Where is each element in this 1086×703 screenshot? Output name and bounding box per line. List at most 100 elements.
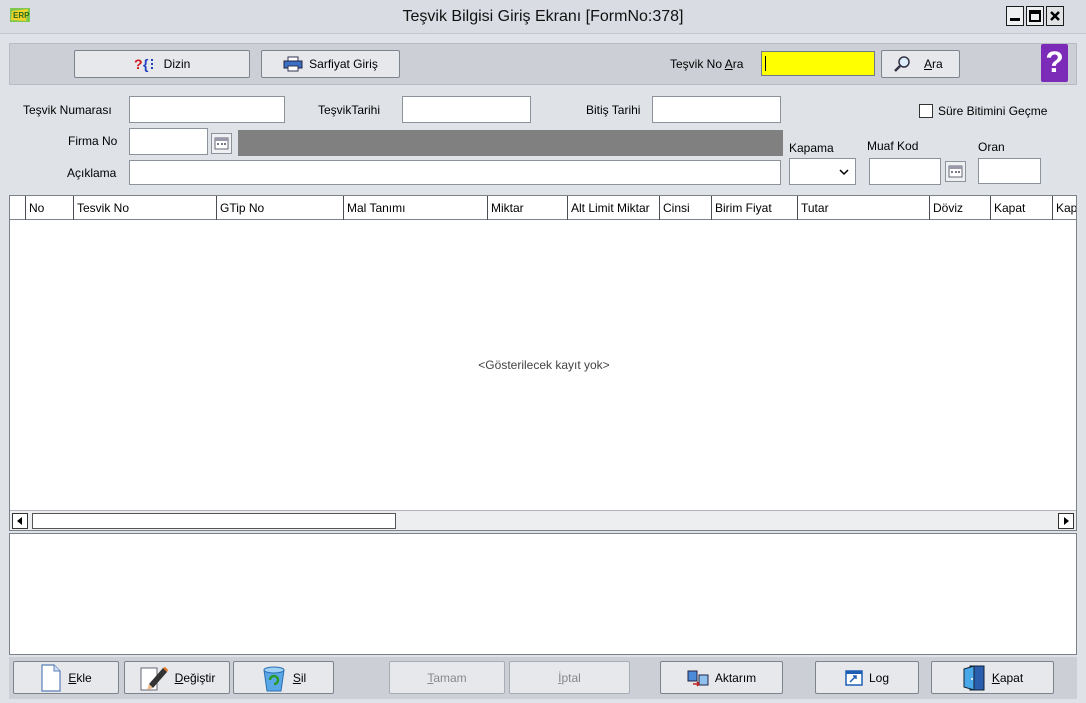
- maximize-button[interactable]: [1026, 6, 1044, 26]
- degistir-label: Değiştir: [175, 671, 216, 685]
- chevron-down-icon: [839, 169, 849, 176]
- minimize-button[interactable]: [1006, 6, 1024, 26]
- new-document-icon: [41, 663, 61, 692]
- tesvik-numarasi-input[interactable]: [129, 96, 285, 123]
- horizontal-scrollbar[interactable]: [10, 510, 1076, 530]
- tesvik-no-ara-label: Teşvik No Ara: [670, 57, 743, 71]
- recycle-bin-icon: [263, 666, 285, 691]
- title-bar: ERP Teşvik Bilgisi Giriş Ekranı [FormNo:…: [0, 0, 1086, 34]
- ekle-label: Ekle: [68, 671, 91, 685]
- grid-header: No Tesvik No GTip No Mal Tanımı Miktar A…: [10, 196, 1076, 220]
- column-header[interactable]: Cinsi: [659, 196, 711, 220]
- aktarim-button[interactable]: Aktarım: [660, 661, 783, 694]
- tamam-label: Tamam: [427, 671, 466, 685]
- svg-text:{: {: [143, 56, 149, 72]
- log-button[interactable]: Log: [815, 661, 919, 694]
- tesvik-tarihi-label: TeşvikTarihi: [318, 103, 381, 117]
- column-header[interactable]: Tutar: [797, 196, 929, 220]
- sure-bitimini-gecme-checkbox[interactable]: [919, 104, 933, 118]
- tesvik-numarasi-label: Teşvik Numarası: [23, 103, 112, 117]
- bitis-tarihi-input[interactable]: [652, 96, 781, 123]
- column-header[interactable]: Mal Tanımı: [343, 196, 487, 220]
- iptal-button[interactable]: İptal: [509, 661, 630, 694]
- index-icon: ? {: [134, 56, 153, 72]
- column-header[interactable]: Tesvik No: [73, 196, 216, 220]
- column-header[interactable]: Kap: [1052, 196, 1076, 220]
- help-button[interactable]: ?: [1041, 44, 1068, 82]
- arrow-right-icon: [1064, 517, 1069, 525]
- ara-label: Ara: [924, 57, 943, 71]
- firma-no-label: Firma No: [68, 134, 118, 148]
- transfer-icon: [687, 670, 709, 687]
- close-icon: [1050, 11, 1060, 21]
- column-header[interactable]: Miktar: [487, 196, 567, 220]
- dizin-label: Dizin: [163, 57, 191, 71]
- kapama-label: Kapama: [789, 141, 834, 155]
- tesvik-tarihi-input[interactable]: [402, 96, 531, 123]
- help-icon: ?: [1045, 46, 1064, 79]
- search-label-accel: A: [724, 57, 733, 71]
- oran-input[interactable]: [978, 158, 1041, 184]
- muaf-kod-label: Muaf Kod: [867, 139, 919, 153]
- firma-lookup-button[interactable]: [211, 133, 232, 154]
- column-header[interactable]: Kapat: [990, 196, 1052, 220]
- kapat-rest: apat: [999, 670, 1024, 685]
- search-label-prefix: Teşvik No: [670, 57, 725, 71]
- dizin-button[interactable]: ? { Dizin: [74, 50, 250, 78]
- window-title: Teşvik Bilgisi Giriş Ekranı [FormNo:378]: [402, 8, 684, 25]
- calendar-icon: [948, 165, 963, 178]
- tamam-rest: amam: [433, 670, 467, 685]
- column-header[interactable]: Birim Fiyat: [711, 196, 797, 220]
- detail-panel: [9, 533, 1077, 655]
- pencil-edit-icon: [140, 666, 168, 690]
- firma-no-input[interactable]: [129, 128, 208, 155]
- bottom-toolbar: Ekle Değiştir Sil Tamam İptal Aktarım Lo…: [9, 657, 1077, 699]
- degistir-button[interactable]: Değiştir: [124, 661, 230, 694]
- aktarim-label: Aktarım: [714, 670, 757, 685]
- sarfiyat-giris-button[interactable]: Sarfiyat Giriş: [261, 50, 400, 78]
- log-window-icon: [845, 669, 863, 686]
- sil-button[interactable]: Sil: [233, 661, 334, 694]
- column-header[interactable]: Döviz: [929, 196, 990, 220]
- muaf-kod-input[interactable]: [869, 158, 941, 185]
- top-toolbar: ? { Dizin Sarfiyat Giriş Teşvik No Ara A…: [9, 43, 1077, 85]
- oran-label: Oran: [978, 140, 1005, 154]
- exit-door-icon: [963, 664, 985, 691]
- kapat-button[interactable]: Kapat: [931, 661, 1054, 694]
- scroll-right-button[interactable]: [1058, 513, 1074, 529]
- firma-name-display: [238, 130, 783, 156]
- ekle-rest: kle: [76, 670, 92, 685]
- text-caret: [765, 56, 766, 71]
- ara-rest: ra: [932, 57, 943, 71]
- kapama-select[interactable]: [789, 158, 856, 185]
- log-label: Log: [868, 670, 890, 685]
- empty-grid-message: <Gösterilecek kayıt yok>: [478, 358, 610, 372]
- ara-accel: A: [924, 57, 933, 71]
- aciklama-label: Açıklama: [67, 166, 117, 180]
- column-header[interactable]: GTip No: [216, 196, 343, 220]
- aciklama-input[interactable]: [129, 160, 781, 185]
- printer-icon: [283, 56, 303, 72]
- maximize-icon: [1029, 10, 1041, 22]
- degistir-rest: eğiştir: [183, 670, 216, 685]
- sil-accel: S: [292, 670, 301, 685]
- close-button[interactable]: [1046, 6, 1064, 26]
- calendar-icon: [214, 137, 229, 150]
- iptal-rest: ptal: [561, 670, 581, 685]
- tesvik-no-search-input[interactable]: [761, 51, 875, 76]
- column-header[interactable]: Alt Limit Miktar: [567, 196, 659, 220]
- sil-label: Sil: [293, 671, 306, 685]
- magnifier-icon: [894, 56, 910, 72]
- search-label-rest: ra: [732, 57, 744, 71]
- column-header[interactable]: No: [25, 196, 73, 220]
- bitis-tarihi-label: Bitiş Tarihi: [586, 103, 641, 117]
- arrow-left-icon: [17, 517, 22, 525]
- ara-button[interactable]: Ara: [881, 50, 960, 78]
- tesvik-grid[interactable]: No Tesvik No GTip No Mal Tanımı Miktar A…: [9, 195, 1077, 531]
- tamam-button[interactable]: Tamam: [389, 661, 505, 694]
- ekle-button[interactable]: Ekle: [13, 661, 119, 694]
- sarfiyat-label: Sarfiyat Giriş: [309, 57, 378, 71]
- scroll-left-button[interactable]: [12, 513, 28, 529]
- scrollbar-thumb[interactable]: [32, 513, 396, 529]
- muaf-kod-lookup-button[interactable]: [945, 161, 966, 182]
